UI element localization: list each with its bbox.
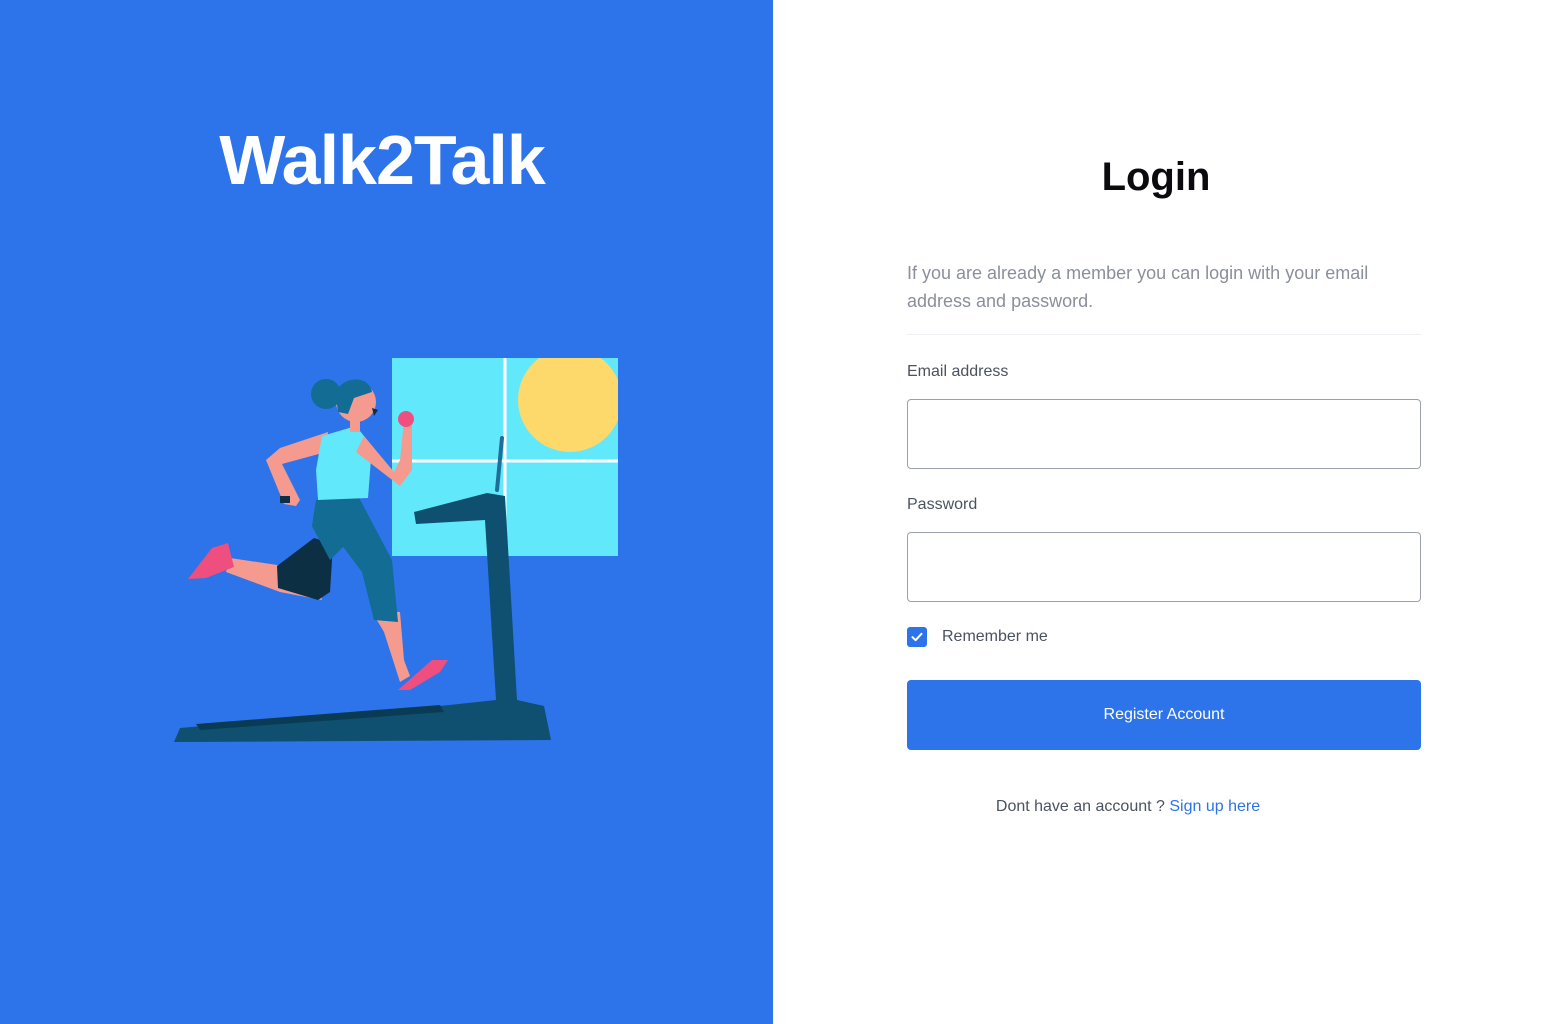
email-label: Email address [907,363,1009,380]
brand-panel: Walk2Talk [0,0,773,1024]
window-graphic [392,358,618,556]
password-label: Password [907,496,978,513]
login-page: Walk2Talk Login If you are already a mem… [0,0,1546,1024]
intro-text: If you are already a member you can logi… [907,263,1369,311]
signup-prompt-row: Dont have an account ? Sign up here [773,798,1483,816]
brand-title: Walk2Talk [219,121,546,199]
checkmark-icon [911,632,923,642]
email-field[interactable] [907,399,1421,469]
remember-me-checkbox[interactable] [907,627,927,647]
divider [907,334,1421,335]
register-account-button[interactable]: Register Account [907,680,1421,750]
sign-up-link[interactable]: Sign up here [1169,798,1260,815]
remember-me-row[interactable]: Remember me [907,627,1048,647]
remember-me-label: Remember me [942,628,1048,645]
treadmill-runner-illustration [174,358,618,742]
password-field[interactable] [907,532,1421,602]
page-title: Login [1101,155,1211,199]
signup-prompt-text: Dont have an account ? [995,798,1165,815]
login-panel: Login If you are already a member you ca… [773,0,1546,1024]
